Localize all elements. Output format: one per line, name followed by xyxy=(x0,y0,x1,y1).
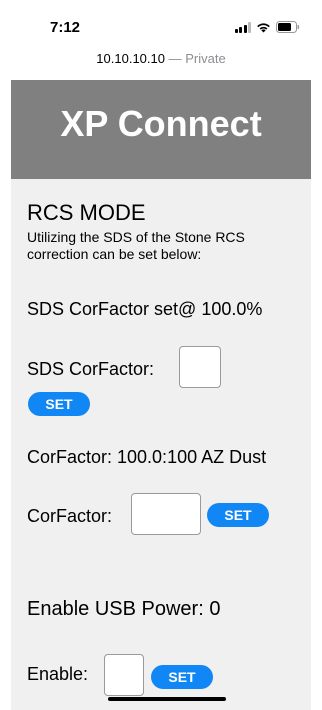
enable-set-button[interactable]: SET xyxy=(151,665,213,689)
wifi-icon xyxy=(256,22,271,33)
corfactor-label: CorFactor: xyxy=(27,506,113,526)
url-host: 10.10.10.10 xyxy=(96,51,165,66)
phone-screen: 7:12 10.10.10.10 — Private XP Connect RC… xyxy=(0,0,322,710)
corfactor-status: CorFactor: 100.0:100 AZ Dust xyxy=(27,447,267,467)
corfactor-input[interactable] xyxy=(131,493,201,535)
home-indicator[interactable] xyxy=(108,697,226,701)
sds-corfactor-status: SDS CorFactor set@ 100.0% xyxy=(27,299,263,319)
status-bar: 7:12 xyxy=(0,0,322,46)
sds-corfactor-label: SDS CorFactor: xyxy=(27,359,155,379)
address-bar[interactable]: 10.10.10.10 — Private xyxy=(0,46,322,76)
corfactor-set-button[interactable]: SET xyxy=(207,503,269,527)
sds-corfactor-input[interactable] xyxy=(179,346,221,388)
battery-icon xyxy=(276,21,300,33)
enable-input[interactable] xyxy=(104,654,144,696)
status-time: 7:12 xyxy=(50,19,81,36)
sds-corfactor-set-button[interactable]: SET xyxy=(28,392,90,416)
rcs-description: Utilizing the SDS of the Stone RCS corre… xyxy=(27,229,245,262)
web-page: XP Connect RCS MODE Utilizing the SDS of… xyxy=(11,80,311,710)
url-separator: — xyxy=(164,51,186,66)
cellular-signal-icon xyxy=(234,22,251,33)
private-label: Private xyxy=(185,51,226,66)
enable-label: Enable: xyxy=(27,664,89,684)
page-title: XP Connect xyxy=(11,80,311,179)
rcs-mode-heading: RCS MODE xyxy=(27,200,146,225)
status-icons xyxy=(234,21,301,33)
usb-power-status: Enable USB Power: 0 xyxy=(27,598,221,620)
